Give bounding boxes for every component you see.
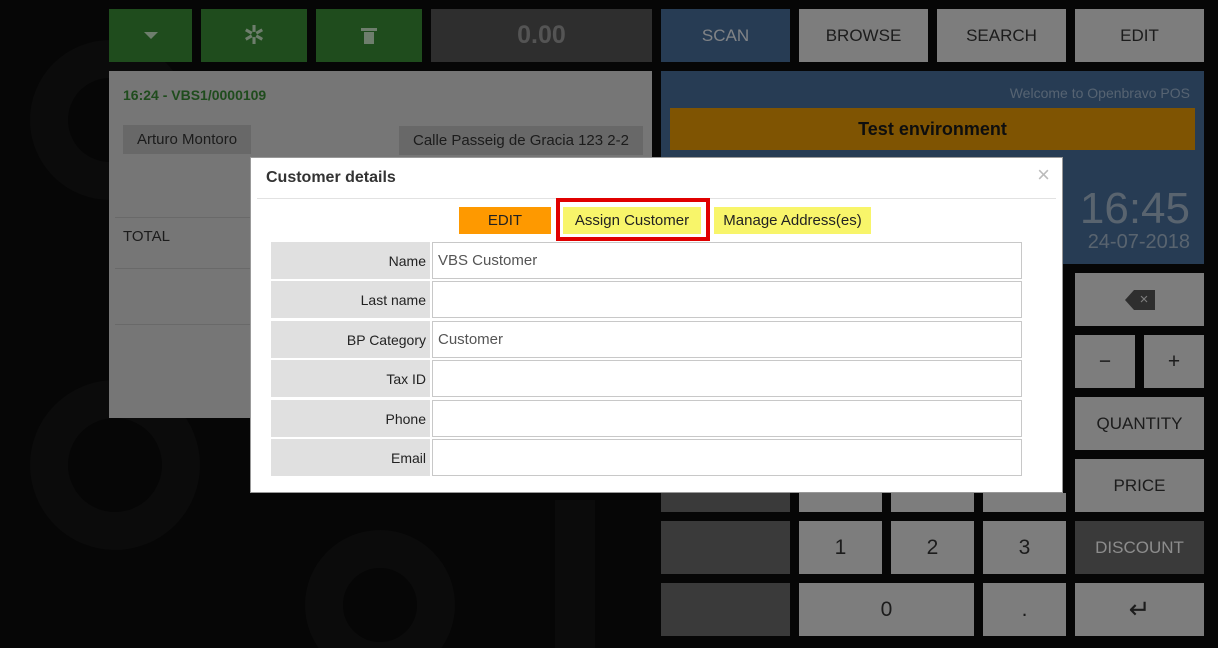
field-label: Last name — [271, 281, 430, 318]
field-label: Phone — [271, 400, 430, 437]
close-icon[interactable]: × — [1037, 162, 1050, 188]
assign-customer-button[interactable]: Assign Customer — [563, 207, 701, 234]
manage-addresses-button[interactable]: Manage Address(es) — [714, 207, 871, 234]
field-label: BP Category — [271, 321, 430, 358]
phone-field[interactable] — [432, 400, 1022, 437]
field-row-bp-category: BP Category Customer — [271, 321, 1022, 358]
field-row-tax-id: Tax ID — [271, 360, 1022, 397]
field-label: Name — [271, 242, 430, 279]
edit-customer-button[interactable]: EDIT — [459, 207, 551, 234]
field-row-last-name: Last name — [271, 281, 1022, 318]
field-row-name: Name VBS Customer — [271, 242, 1022, 279]
customer-details-dialog: Customer details × EDIT Assign Customer … — [250, 157, 1063, 493]
field-label: Tax ID — [271, 360, 430, 397]
tax-id-field[interactable] — [432, 360, 1022, 397]
last-name-field[interactable] — [432, 281, 1022, 318]
email-field[interactable] — [432, 439, 1022, 476]
dialog-title: Customer details — [266, 169, 396, 186]
name-field[interactable]: VBS Customer — [432, 242, 1022, 279]
field-row-email: Email — [271, 439, 1022, 476]
field-row-phone: Phone — [271, 400, 1022, 437]
bp-category-field[interactable]: Customer — [432, 321, 1022, 358]
field-label: Email — [271, 439, 430, 476]
